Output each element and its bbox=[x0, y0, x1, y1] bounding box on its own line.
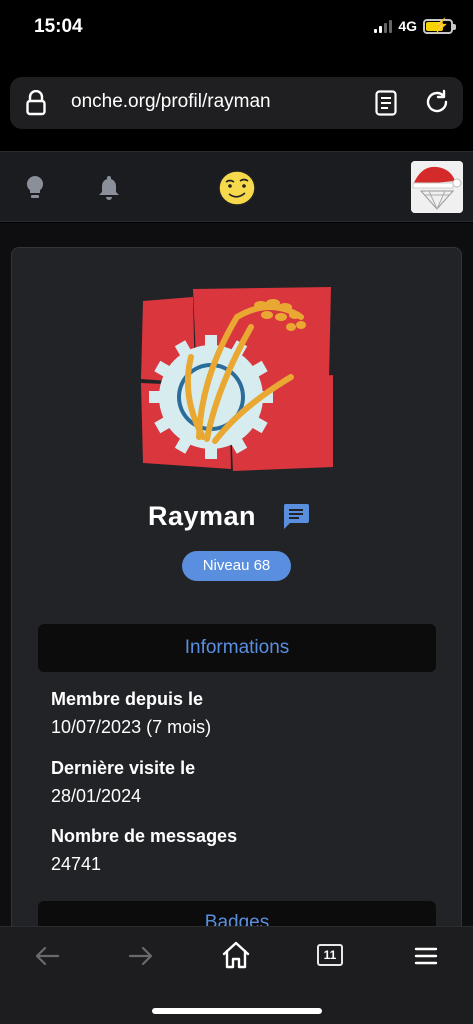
status-time: 15:04 bbox=[34, 16, 83, 37]
last-visit-value: 28/01/2024 bbox=[51, 786, 142, 806]
messages-count-value: 24741 bbox=[51, 854, 102, 874]
home-indicator bbox=[152, 1008, 322, 1014]
signal-icon bbox=[374, 19, 393, 33]
back-arrow-icon[interactable] bbox=[34, 945, 60, 967]
reload-icon[interactable] bbox=[424, 89, 450, 115]
last-visit-label: Dernière visite le bbox=[51, 758, 196, 778]
browser-toolbar: 11 bbox=[0, 926, 473, 1024]
member-since-value: 10/07/2023 (7 mois) bbox=[51, 717, 212, 737]
status-indicators: 4G ⚡ bbox=[374, 17, 456, 34]
messages-count-label: Nombre de messages bbox=[51, 826, 238, 846]
level-badge: Niveau 68 bbox=[182, 551, 291, 581]
bell-icon[interactable] bbox=[97, 174, 121, 202]
site-navbar bbox=[0, 151, 473, 222]
lock-icon bbox=[26, 90, 46, 116]
url-text[interactable]: onche.org/profil/rayman bbox=[71, 91, 271, 113]
smiley-icon[interactable] bbox=[217, 169, 257, 207]
menu-icon[interactable] bbox=[414, 947, 438, 965]
profile-username: Rayman bbox=[148, 501, 257, 531]
tabs-count-button[interactable]: 11 bbox=[317, 944, 343, 966]
message-icon[interactable] bbox=[282, 502, 310, 530]
profile-card: Rayman Niveau 68 Informations Membre dep… bbox=[11, 247, 462, 949]
battery-icon: ⚡ bbox=[423, 17, 456, 34]
profile-avatar bbox=[141, 287, 333, 471]
user-avatar[interactable] bbox=[411, 161, 463, 213]
member-since-label: Membre depuis le bbox=[51, 689, 204, 709]
reader-mode-icon[interactable] bbox=[375, 90, 397, 116]
informations-header: Informations bbox=[38, 624, 436, 672]
bulb-icon[interactable] bbox=[24, 174, 46, 202]
forward-arrow-icon[interactable] bbox=[128, 945, 154, 967]
network-type: 4G bbox=[398, 18, 417, 34]
status-bar: 15:04 4G ⚡ bbox=[0, 0, 473, 60]
home-icon[interactable] bbox=[221, 941, 251, 969]
address-bar[interactable]: onche.org/profil/rayman bbox=[10, 77, 463, 129]
